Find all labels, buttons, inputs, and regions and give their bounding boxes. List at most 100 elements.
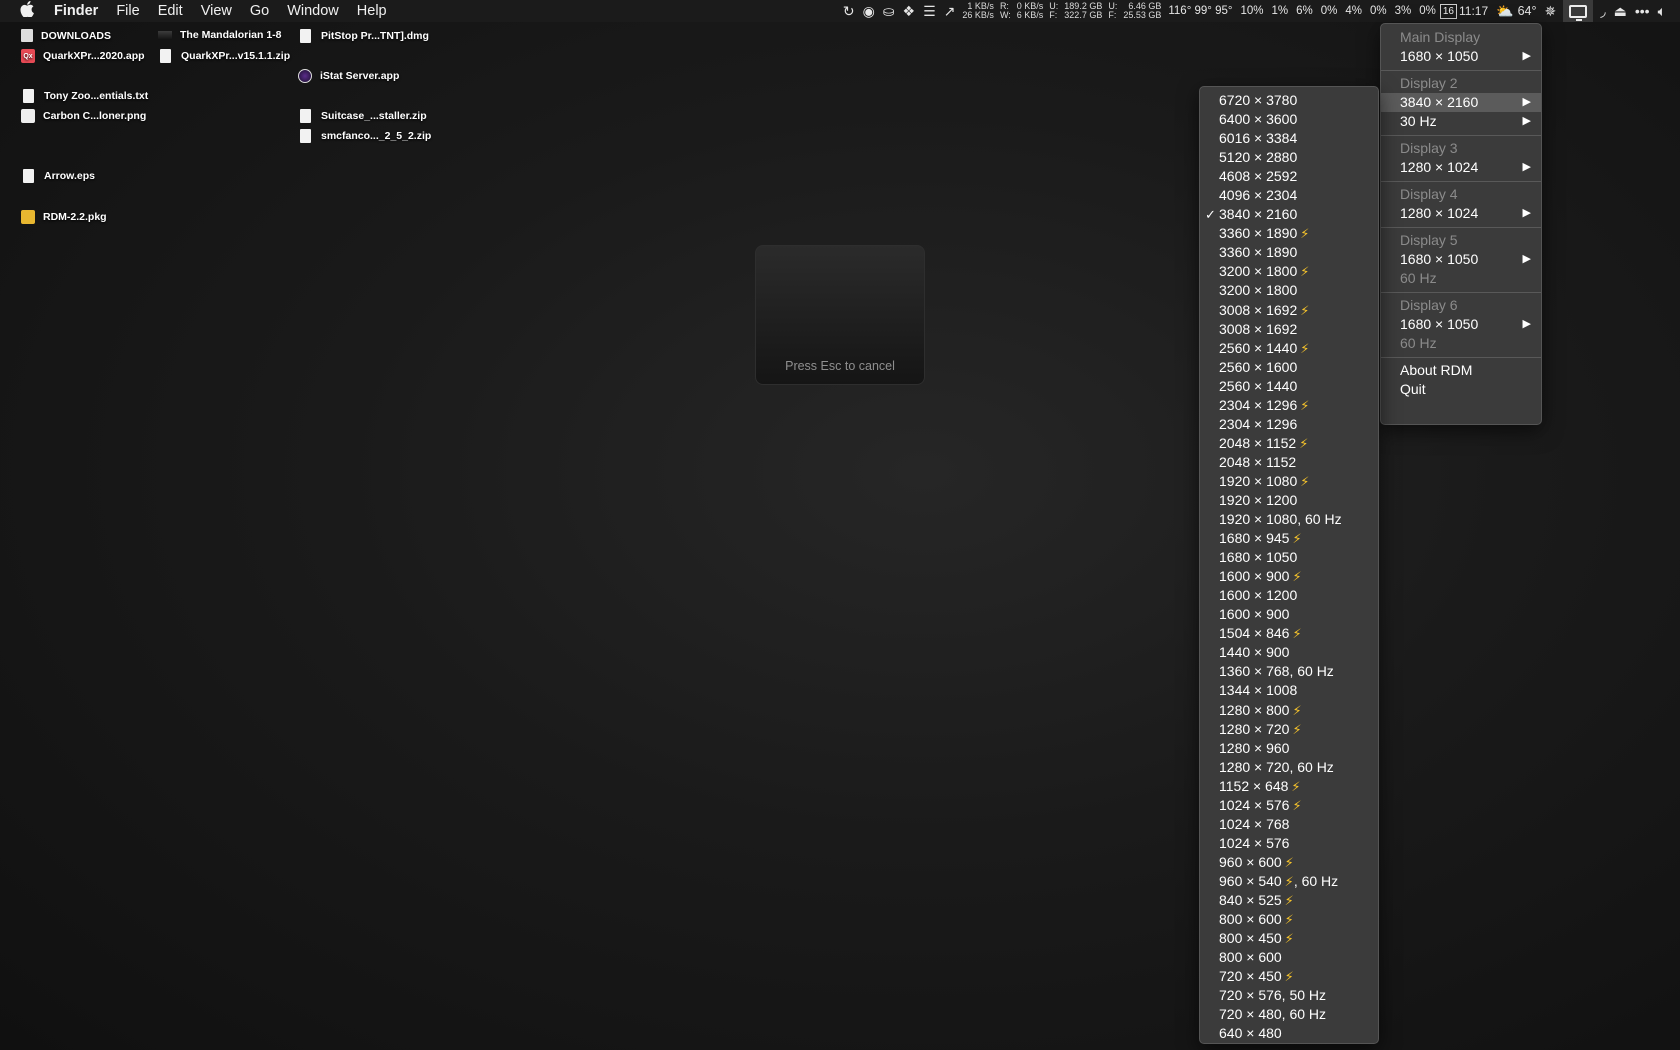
resolution-option[interactable]: 3200 × 1800 (1200, 281, 1378, 300)
resolution-option[interactable]: 3360 × 1890 (1200, 243, 1378, 262)
cpu-core-6[interactable]: 0% (1370, 5, 1387, 17)
resolution-option[interactable]: 3360 × 1890 ⚡ (1200, 224, 1378, 243)
resolution-option[interactable]: 6016 × 3384 (1200, 129, 1378, 148)
resolution-option[interactable]: 1600 × 900 (1200, 605, 1378, 624)
cpu-core-2[interactable]: 1% (1272, 5, 1289, 17)
apple-menu-icon[interactable] (0, 0, 54, 21)
memory-stats[interactable]: 6.46 GB 25.53 GB (1123, 2, 1161, 20)
desktop-item-downloads[interactable]: DOWNLOADS (21, 29, 111, 42)
resolution-option[interactable]: 1280 × 960 (1200, 739, 1378, 758)
resolution-option[interactable]: 1440 × 900 (1200, 643, 1378, 662)
resolution-option[interactable]: 4608 × 2592 (1200, 167, 1378, 186)
record-icon[interactable]: ◉ (863, 3, 875, 20)
resolution-option[interactable]: 1280 × 800 ⚡ (1200, 701, 1378, 720)
cpu-core-5[interactable]: 4% (1345, 5, 1362, 17)
resolution-option[interactable]: 2560 × 1440 ⚡ (1200, 339, 1378, 358)
desktop-item-rdm-pkg[interactable]: RDM-2.2.pkg (21, 210, 107, 224)
resolution-option[interactable]: 720 × 480, 60 Hz (1200, 1005, 1378, 1024)
desktop-item-pitstop-dmg[interactable]: PitStop Pr...TNT].dmg (298, 29, 429, 43)
calendar-date[interactable]: 16 (1439, 3, 1457, 19)
desktop-item-quarkxpress-app[interactable]: Qx QuarkXPr...2020.app (21, 49, 145, 63)
resolution-option[interactable]: 4096 × 2304 (1200, 186, 1378, 205)
clock[interactable]: 11:17 (1459, 4, 1488, 18)
resolution-option[interactable]: 2048 × 1152 ⚡ (1200, 434, 1378, 453)
bluetooth-icon[interactable]: ✵ (1544, 3, 1556, 20)
resolution-option[interactable]: 1152 × 648 ⚡ (1200, 777, 1378, 796)
quit-menu-item[interactable]: Quit (1381, 380, 1541, 399)
desktop-item-istat-server[interactable]: iStat Server.app (298, 69, 399, 83)
desktop-item-carbon-cloner-png[interactable]: Carbon C...loner.png (21, 109, 146, 123)
resolution-option[interactable]: 1024 × 768 (1200, 815, 1378, 834)
cpu-core-3[interactable]: 6% (1296, 5, 1313, 17)
rdm-menu-button[interactable] (1563, 0, 1594, 22)
weather-temp[interactable]: 64° (1518, 4, 1537, 18)
weather-icon[interactable]: ⛅ (1496, 3, 1513, 20)
cpu-core-4[interactable]: 0% (1321, 5, 1338, 17)
desktop-item-arrow-eps[interactable]: Arrow.eps (21, 169, 95, 183)
resolution-option[interactable]: 960 × 600 ⚡ (1200, 853, 1378, 872)
disk-activity[interactable]: 0 KB/s 6 KB/s (1017, 2, 1044, 20)
main-display-resolution[interactable]: 1680 × 1050 ▶ (1381, 47, 1541, 66)
resolution-option[interactable]: 1680 × 1050 (1200, 548, 1378, 567)
list-icon[interactable]: ☰ (923, 3, 936, 20)
sync-icon[interactable]: ↻ (843, 3, 855, 20)
resolution-option[interactable]: 1504 × 846 ⚡ (1200, 624, 1378, 643)
resolution-option[interactable]: 640 × 480 (1200, 1024, 1378, 1043)
resolution-option[interactable]: 1920 × 1200 (1200, 491, 1378, 510)
resolution-option[interactable]: 2304 × 1296 (1200, 415, 1378, 434)
resolution-option[interactable]: 2048 × 1152 (1200, 453, 1378, 472)
menu-file[interactable]: File (107, 3, 148, 19)
resolution-option[interactable]: 1920 × 1080 ⚡ (1200, 472, 1378, 491)
desktop-item-mandalorian[interactable]: The Mandalorian 1-8 (158, 29, 282, 41)
resolution-option[interactable]: 800 × 450 ⚡ (1200, 929, 1378, 948)
resize-icon[interactable]: ↗ (944, 3, 956, 20)
resolution-option[interactable]: 3200 × 1800 ⚡ (1200, 262, 1378, 281)
resolution-option[interactable]: 840 × 525 ⚡ (1200, 891, 1378, 910)
menu-go[interactable]: Go (241, 3, 278, 19)
resolution-option[interactable]: 1024 × 576 (1200, 834, 1378, 853)
resolution-option[interactable]: 1600 × 1200 (1200, 586, 1378, 605)
resolution-option[interactable]: 1344 × 1008 (1200, 681, 1378, 700)
resolution-option[interactable]: 960 × 540 ⚡, 60 Hz (1200, 872, 1378, 891)
resolution-option[interactable]: ✓ 3840 × 2160 (1200, 205, 1378, 224)
disk-space[interactable]: 189.2 GB 322.7 GB (1064, 2, 1102, 20)
drive-icon[interactable]: ⛀ (883, 3, 895, 20)
resolution-option[interactable]: 1360 × 768, 60 Hz (1200, 662, 1378, 681)
more-icon[interactable]: ••• (1635, 3, 1650, 19)
dropbox-icon[interactable]: ❖ (903, 3, 916, 20)
menu-help[interactable]: Help (348, 3, 396, 19)
resolution-option[interactable]: 800 × 600 ⚡ (1200, 910, 1378, 929)
resolution-option[interactable]: 1680 × 945 ⚡ (1200, 529, 1378, 548)
cpu-core-8[interactable]: 0% (1419, 5, 1436, 17)
menu-finder[interactable]: Finder (54, 3, 107, 19)
display-2-resolution[interactable]: 3840 × 2160 ▶ (1381, 93, 1541, 112)
display-5-resolution[interactable]: 1680 × 1050 ▶ (1381, 250, 1541, 269)
resolution-option[interactable]: 2560 × 1440 (1200, 377, 1378, 396)
resolution-option[interactable]: 2304 × 1296 ⚡ (1200, 396, 1378, 415)
desktop-item-tony-zoo-txt[interactable]: Tony Zoo...entials.txt (21, 89, 148, 103)
resolution-option[interactable]: 6400 × 3600 (1200, 110, 1378, 129)
resolution-option[interactable]: 3008 × 1692 ⚡ (1200, 301, 1378, 320)
resolution-option[interactable]: 3008 × 1692 (1200, 320, 1378, 339)
display-6-resolution[interactable]: 1680 × 1050 ▶ (1381, 315, 1541, 334)
desktop-item-smcfancontrol-zip[interactable]: smcfanco..._2_5_2.zip (298, 129, 431, 143)
display-4-resolution[interactable]: 1280 × 1024 ▶ (1381, 204, 1541, 223)
menu-view[interactable]: View (192, 3, 241, 19)
cpu-core-7[interactable]: 3% (1395, 5, 1412, 17)
resolution-option[interactable]: 2560 × 1600 (1200, 358, 1378, 377)
desktop-item-suitcase-zip[interactable]: Suitcase_...staller.zip (298, 109, 427, 123)
resolution-option[interactable]: 1280 × 720, 60 Hz (1200, 758, 1378, 777)
desktop-item-quarkxpress-zip[interactable]: QuarkXPr...v15.1.1.zip (158, 49, 290, 63)
about-rdm-menu-item[interactable]: About RDM (1381, 361, 1541, 380)
menu-edit[interactable]: Edit (149, 3, 192, 19)
temperatures[interactable]: 116° 99° 95° (1168, 5, 1232, 17)
display-3-resolution[interactable]: 1280 × 1024 ▶ (1381, 158, 1541, 177)
resolution-option[interactable]: 1920 × 1080, 60 Hz (1200, 510, 1378, 529)
volume-icon[interactable]: 🔈︎ (1658, 3, 1666, 20)
eject-icon[interactable]: ⏏ (1614, 3, 1627, 20)
menu-window[interactable]: Window (278, 3, 348, 19)
wifi-icon[interactable]: ◞ (1600, 3, 1605, 20)
resolution-option[interactable]: 1600 × 900 ⚡ (1200, 567, 1378, 586)
resolution-option[interactable]: 720 × 450 ⚡ (1200, 967, 1378, 986)
cpu-core-1[interactable]: 10% (1240, 5, 1263, 17)
